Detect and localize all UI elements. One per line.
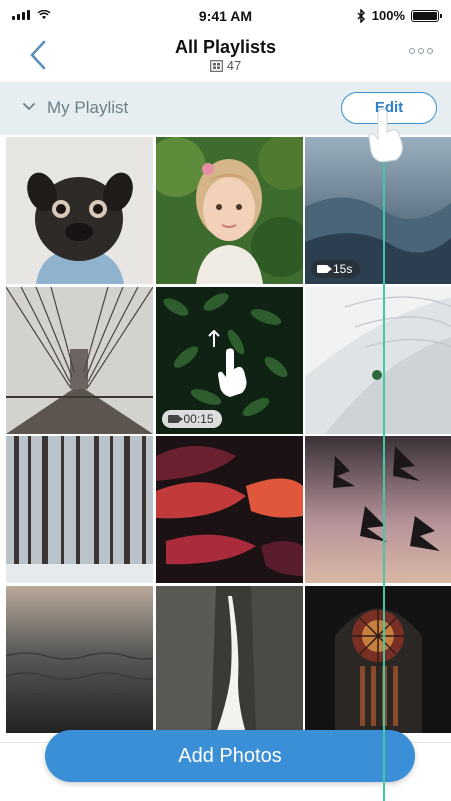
item-count: 47 bbox=[0, 58, 451, 73]
video-duration-badge: 15s bbox=[311, 260, 361, 278]
tree-sunset-image bbox=[305, 436, 451, 583]
tile-bridge-photo[interactable] bbox=[6, 286, 153, 434]
pug-image bbox=[6, 137, 153, 284]
touch-hand-icon bbox=[368, 108, 403, 162]
sea-image bbox=[6, 585, 153, 733]
tile-red-abstract-photo[interactable] bbox=[155, 436, 303, 583]
video-duration-badge: 00:15 bbox=[161, 409, 222, 428]
video-camera-icon bbox=[167, 414, 183, 423]
tile-leaves-video[interactable]: 00:15 bbox=[155, 286, 303, 434]
tile-sea-photo[interactable] bbox=[6, 585, 153, 733]
gallery-icon bbox=[209, 59, 223, 72]
status-bar: 9:41 AM 100% bbox=[0, 0, 451, 30]
bluetooth-icon bbox=[357, 8, 365, 23]
forest-image bbox=[6, 436, 153, 583]
status-right: 100% bbox=[357, 8, 442, 23]
tile-waterfall-photo[interactable] bbox=[155, 585, 303, 733]
drag-guide-line bbox=[383, 110, 385, 801]
red-abstract-image bbox=[155, 436, 303, 583]
section-label: My Playlist bbox=[47, 98, 129, 117]
tile-white-architecture-photo[interactable] bbox=[305, 286, 451, 434]
architecture-image bbox=[305, 286, 451, 434]
tile-tree-sunset-photo[interactable] bbox=[305, 436, 451, 583]
video-camera-icon bbox=[317, 265, 332, 273]
tile-pug-photo[interactable] bbox=[6, 137, 153, 284]
add-photos-button[interactable]: Add Photos bbox=[45, 730, 415, 782]
video-duration: 15s bbox=[333, 262, 353, 276]
page-title: All Playlists bbox=[174, 37, 277, 57]
more-options-icon[interactable] bbox=[409, 48, 433, 54]
tile-snowy-forest-photo[interactable] bbox=[6, 436, 153, 583]
chevron-down-icon[interactable] bbox=[22, 101, 36, 113]
battery-percent: 100% bbox=[371, 8, 405, 23]
navigation-bar: All Playlists 47 bbox=[0, 30, 451, 83]
battery-icon bbox=[411, 9, 442, 22]
screen: 9:41 AM 100% All Playlists 47 My Playlis… bbox=[0, 0, 451, 801]
bridge-image bbox=[6, 286, 153, 434]
waterfall-image bbox=[155, 585, 303, 733]
cathedral-image bbox=[305, 585, 451, 733]
count-value: 47 bbox=[226, 58, 242, 73]
tile-girl-photo[interactable] bbox=[155, 137, 303, 284]
video-duration: 00:15 bbox=[183, 411, 214, 426]
girl-image bbox=[155, 137, 303, 284]
tile-cathedral-window-photo[interactable] bbox=[305, 585, 451, 733]
